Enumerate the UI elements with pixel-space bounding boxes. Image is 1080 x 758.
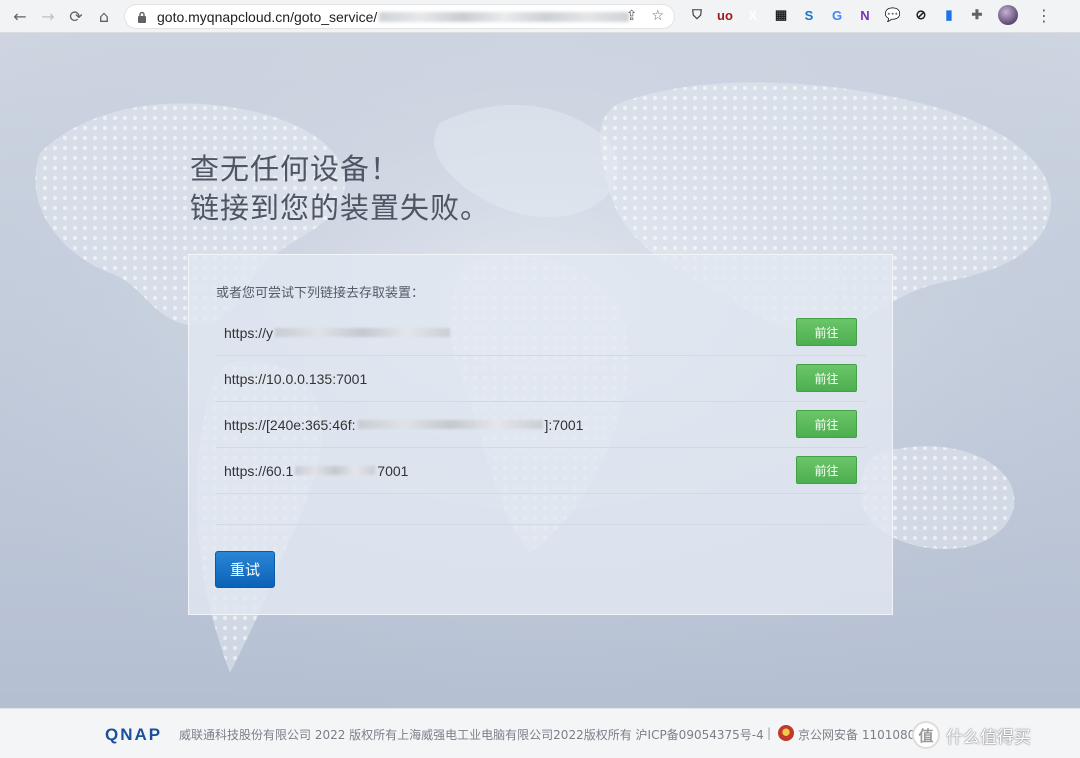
reload-button[interactable]: ⟳: [62, 2, 90, 30]
translate-extension-icon[interactable]: G: [828, 6, 846, 24]
back-button[interactable]: ←: [6, 2, 34, 30]
link-url[interactable]: https://10.0.0.135:7001: [224, 371, 367, 387]
beian-link[interactable]: 京公网安备 1101080: [798, 726, 915, 743]
watermark-text: 什么值得买: [946, 727, 1031, 748]
chat-extension-icon[interactable]: 💬: [884, 6, 902, 24]
footer: QNAP 威联通科技股份有限公司 2022 版权所有上海威强电工业电脑有限公司2…: [0, 708, 1080, 758]
go-button[interactable]: 前往: [796, 364, 857, 392]
link-row: https://10.0.0.135:7001 前往: [216, 356, 866, 402]
extensions-bar: ⛉ uo X ▦ S G N 💬 ⊘ ▮ ✚ ⋮: [688, 5, 1052, 25]
link-url[interactable]: https://60.1 7001: [224, 463, 408, 479]
link-row: https://60.1 7001 前往: [216, 448, 866, 494]
menu-kebab-icon[interactable]: ⋮: [1036, 6, 1052, 25]
link-url-suffix: 7001: [377, 462, 409, 479]
link-url-text: https://[240e:365:46f:: [224, 416, 356, 433]
link-url-text: https://y: [224, 324, 274, 341]
block-extension-icon[interactable]: ⊘: [912, 6, 930, 24]
home-button[interactable]: ⌂: [90, 2, 118, 30]
ublock-extension-icon[interactable]: uo: [716, 6, 734, 24]
bookmark-extension-icon[interactable]: ▮: [940, 6, 958, 24]
copyright-text: 威联通科技股份有限公司 2022 版权所有上海威强电工业电脑有限公司2022版权…: [179, 728, 764, 742]
page-content: 查无任何设备！ 链接到您的装置失败。 或者您可尝试下列链接去存取装置： http…: [0, 33, 1080, 708]
link-url-suffix: ]:7001: [544, 416, 584, 433]
go-button[interactable]: 前往: [796, 410, 857, 438]
qnap-logo[interactable]: QNAP: [105, 725, 162, 745]
browser-toolbar: ← → ⟳ ⌂ goto.myqnapcloud.cn/goto_service…: [0, 0, 1080, 33]
shield-extension-icon[interactable]: ⛉: [688, 6, 706, 24]
link-url-redacted: [357, 420, 543, 429]
link-url[interactable]: https://[240e:365:46f: ]:7001: [224, 417, 583, 433]
url-text: goto.myqnapcloud.cn/goto_service/: [157, 8, 378, 25]
onenote-extension-icon[interactable]: N: [856, 6, 874, 24]
link-row: https://y 前往: [216, 310, 866, 356]
go-button[interactable]: 前往: [796, 456, 857, 484]
divider: [216, 524, 866, 525]
watermark: 值 什么值得买: [912, 721, 1031, 749]
reload-icon: ⟳: [69, 6, 83, 26]
back-arrow-icon: ←: [13, 6, 27, 26]
profile-avatar[interactable]: [998, 5, 1018, 25]
share-icon[interactable]: ⇪: [626, 8, 638, 24]
x-extension-icon[interactable]: X: [744, 6, 762, 24]
link-url-redacted: [295, 466, 376, 475]
forward-arrow-icon: →: [41, 6, 55, 26]
link-row: https://[240e:365:46f: ]:7001 前往: [216, 402, 866, 448]
forward-button[interactable]: →: [34, 2, 62, 30]
police-badge-icon: [778, 725, 794, 741]
link-url-text: https://10.0.0.135:7001: [224, 370, 368, 387]
alternative-links-panel: 或者您可尝试下列链接去存取装置： https://y 前往 https://10…: [188, 254, 893, 615]
home-icon: ⌂: [98, 6, 110, 26]
url-redacted: [379, 11, 630, 22]
go-button[interactable]: 前往: [796, 318, 857, 346]
link-url[interactable]: https://y: [224, 325, 452, 341]
s-extension-icon[interactable]: S: [800, 6, 818, 24]
footer-separator: |: [767, 726, 772, 740]
hint-text: 或者您可尝试下列链接去存取装置：: [216, 286, 425, 301]
page-title: 查无任何设备！ 链接到您的装置失败。: [190, 150, 490, 228]
headline-line-1: 查无任何设备！: [190, 152, 401, 186]
address-bar[interactable]: goto.myqnapcloud.cn/goto_service/ ⇪ ☆: [124, 4, 675, 29]
retry-button[interactable]: 重试: [215, 551, 275, 588]
watermark-badge: 值: [912, 721, 940, 749]
bookmark-star-icon[interactable]: ☆: [651, 8, 664, 24]
headline-line-2: 链接到您的装置失败。: [190, 191, 491, 225]
link-url-redacted: [275, 328, 451, 337]
lock-icon: [135, 10, 149, 24]
link-url-text: https://60.1: [224, 462, 294, 479]
qr-extension-icon[interactable]: ▦: [772, 6, 790, 24]
puzzle-extension-icon[interactable]: ✚: [968, 6, 986, 24]
